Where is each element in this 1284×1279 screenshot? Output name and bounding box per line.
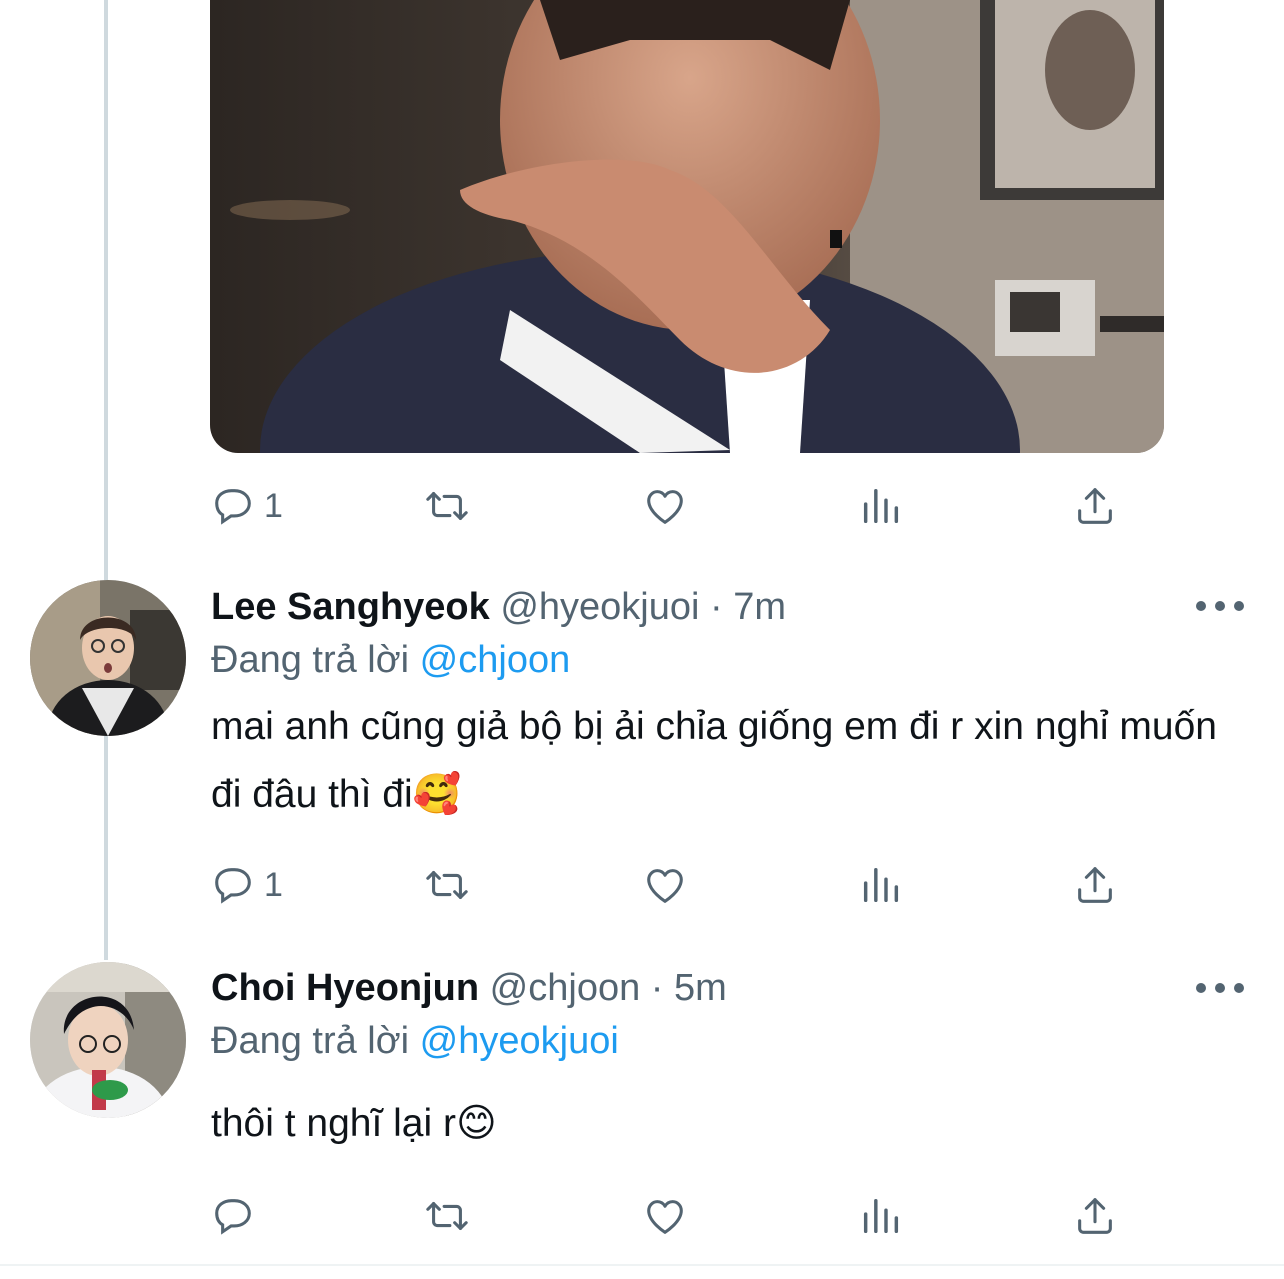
retweet-button[interactable] (424, 855, 470, 915)
more-icon-dot (1215, 983, 1225, 993)
analytics-icon (858, 862, 904, 908)
reply-icon (210, 483, 256, 529)
like-icon (642, 1193, 688, 1239)
tweet-actions (210, 1186, 1130, 1246)
reply-button[interactable] (210, 1186, 264, 1246)
timestamp[interactable]: 7m (733, 586, 786, 628)
retweet-icon (424, 1193, 470, 1239)
display-name[interactable]: Lee Sanghyeok (211, 586, 490, 628)
avatar[interactable] (30, 962, 186, 1118)
reply-count: 1 (264, 486, 283, 525)
reply-button[interactable]: 1 (210, 476, 283, 536)
more-options-button[interactable] (1196, 594, 1244, 618)
share-icon (1072, 1193, 1118, 1239)
analytics-icon (858, 483, 904, 529)
more-icon (1196, 601, 1206, 611)
more-icon-dot (1234, 983, 1244, 993)
avatar[interactable] (30, 580, 186, 736)
retweet-button[interactable] (424, 476, 470, 536)
like-icon (642, 862, 688, 908)
tweet-header: Lee Sanghyeok @hyeokjuoi · 7m (211, 583, 786, 631)
display-name[interactable]: Choi Hyeonjun (211, 967, 479, 1009)
more-options-button[interactable] (1196, 976, 1244, 1000)
divider (0, 1264, 1284, 1266)
reply-icon (210, 1193, 256, 1239)
replying-to: Đang trả lời @chjoon (211, 636, 570, 684)
retweet-icon (424, 862, 470, 908)
replying-to-label: Đang trả lời (211, 1020, 410, 1062)
more-icon (1196, 983, 1206, 993)
analytics-button[interactable] (858, 1186, 904, 1246)
reply-icon (210, 862, 256, 908)
retweet-button[interactable] (424, 1186, 470, 1246)
tweet-text: mai anh cũng giả bộ bị ải chỉa giống em … (211, 705, 1217, 816)
share-icon (1072, 862, 1118, 908)
thread-connector-line (104, 0, 108, 960)
mention-link[interactable]: @chjoon (420, 639, 571, 681)
share-button[interactable] (1072, 1186, 1118, 1246)
separator-dot: · (650, 967, 664, 1009)
mention-link[interactable]: @hyeokjuoi (420, 1020, 619, 1062)
reply-count: 1 (264, 865, 283, 904)
separator-dot: · (710, 586, 723, 628)
like-button[interactable] (642, 476, 688, 536)
share-button[interactable] (1072, 855, 1118, 915)
user-handle[interactable]: @chjoon (490, 967, 641, 1009)
more-icon-dot (1234, 601, 1244, 611)
share-icon (1072, 483, 1118, 529)
like-button[interactable] (642, 1186, 688, 1246)
retweet-icon (424, 483, 470, 529)
replying-to-label: Đang trả lời (211, 639, 410, 681)
tweet-text: thôi t nghĩ lại r😊 (211, 1102, 497, 1145)
tweet-header: Choi Hyeonjun @chjoon · 5m (211, 964, 727, 1012)
share-button[interactable] (1072, 476, 1118, 536)
user-handle[interactable]: @hyeokjuoi (500, 586, 699, 628)
timestamp[interactable]: 5m (674, 967, 727, 1009)
analytics-button[interactable] (858, 476, 904, 536)
tweet-media-image[interactable] (210, 0, 1164, 453)
reply-button[interactable]: 1 (210, 855, 283, 915)
like-button[interactable] (642, 855, 688, 915)
analytics-icon (858, 1193, 904, 1239)
analytics-button[interactable] (858, 855, 904, 915)
replying-to: Đang trả lời @hyeokjuoi (211, 1017, 619, 1065)
like-icon (642, 483, 688, 529)
more-icon-dot (1215, 601, 1225, 611)
tweet-actions: 1 (210, 855, 1130, 915)
tweet-actions: 1 (210, 476, 1130, 536)
